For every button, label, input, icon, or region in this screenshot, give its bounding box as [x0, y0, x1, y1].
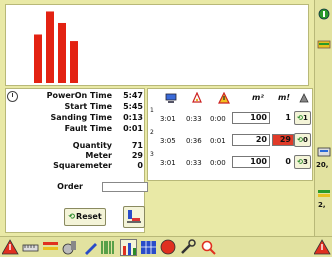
quantity-label: Quantity: [72, 141, 112, 150]
chart-bar: [34, 34, 42, 83]
cell-time-a: 3:01: [160, 115, 176, 123]
clock-icon: [7, 91, 18, 102]
meter-value: 29: [131, 151, 143, 160]
reset-button[interactable]: ⟲Reset: [64, 208, 106, 226]
fault-value: 0:01: [123, 124, 143, 133]
strip-label-2: 2,: [318, 201, 326, 209]
warning-triangle-icon: [218, 92, 230, 104]
reset-label: Reset: [76, 212, 102, 221]
cell-time-a: 3:01: [160, 159, 176, 167]
squaremeter-row: Squaremeter 0: [6, 161, 146, 171]
m-field-alert: 29: [272, 134, 294, 146]
squaremeter-value: 0: [137, 161, 143, 170]
poweron-row: PowerOn Time 5:47: [6, 91, 146, 102]
row-refresh-count: 0: [303, 136, 308, 144]
chart-bar: [46, 11, 54, 83]
fault-label: Fault Time: [64, 124, 112, 133]
belt-icon[interactable]: [42, 239, 59, 256]
status-green-icon[interactable]: [318, 8, 330, 20]
m2-field[interactable]: 100: [232, 156, 270, 168]
squaremeter-label: Squaremeter: [53, 161, 112, 170]
chart-canvas: [34, 11, 78, 84]
bottom-toolbar: [0, 236, 332, 257]
cell-time-a: 3:05: [160, 137, 176, 145]
pen-icon[interactable]: [82, 239, 99, 256]
warning-tool-icon[interactable]: [2, 239, 19, 256]
grid-tool-icon[interactable]: [140, 239, 157, 256]
quantity-row: Quantity 71: [6, 141, 146, 151]
paint-icon[interactable]: [62, 239, 79, 256]
start-row: Start Time 5:45: [6, 102, 146, 112]
sander-icon: [299, 93, 309, 103]
folder-icon[interactable]: [317, 38, 331, 50]
poweron-value: 5:47: [123, 91, 143, 100]
info-panel: PowerOn Time 5:47 Start Time 5:45 Sandin…: [5, 88, 148, 233]
quantity-value: 71: [131, 141, 143, 150]
cell-time-c: 0:00: [210, 115, 226, 123]
row-refresh-button[interactable]: ⟲3: [294, 155, 311, 169]
row-refresh-button[interactable]: ⟲0: [294, 133, 311, 147]
search-icon[interactable]: [200, 239, 217, 256]
sanding-value: 0:13: [123, 113, 143, 122]
cell-time-b: 0:33: [186, 159, 202, 167]
m2-field[interactable]: 100: [232, 112, 270, 124]
row-refresh-count: 1: [303, 114, 308, 122]
fault-row: Fault Time 0:01: [6, 124, 146, 134]
strip-label-1: 20,: [316, 161, 329, 169]
wrench-icon[interactable]: [180, 239, 197, 256]
chart-bar: [58, 22, 66, 84]
cell-time-b: 0:36: [186, 137, 202, 145]
poweron-label: PowerOn Time: [46, 91, 112, 100]
header-m2: m²: [252, 93, 264, 102]
alert-icon[interactable]: [314, 239, 331, 256]
order-row: Order: [6, 182, 101, 192]
right-side-strip: 20, 2,: [314, 0, 332, 237]
chart-bar: [70, 41, 78, 83]
start-label: Start Time: [64, 102, 113, 111]
table-row: 1 3:01 0:33 0:00 100 1 ⟲1: [148, 107, 314, 129]
machine-icon[interactable]: [317, 146, 331, 158]
m-field: 0: [272, 156, 294, 168]
header-m: m!: [278, 93, 290, 102]
meter-row: Meter 29: [6, 151, 146, 161]
computer-icon: [165, 93, 177, 103]
ruler-icon[interactable]: [22, 239, 39, 256]
start-value: 5:45: [123, 102, 143, 111]
cell-time-b: 0:33: [186, 115, 202, 123]
row-number: 3: [150, 151, 154, 158]
row-number: 2: [150, 129, 154, 136]
sanding-label: Sanding Time: [50, 113, 113, 122]
table-row: 2 3:05 0:36 0:01 20 29 ⟲0: [148, 129, 314, 151]
cell-time-c: 0:01: [210, 137, 226, 145]
warning-bell-icon: [192, 92, 202, 103]
meter-label: Meter: [85, 151, 112, 160]
sanding-row: Sanding Time 0:13: [6, 113, 146, 123]
production-chart: [5, 4, 309, 86]
m2-field[interactable]: 20: [232, 134, 270, 146]
table-row: 3 3:01 0:33 0:00 100 0 ⟲3: [148, 151, 314, 173]
cell-time-c: 0:00: [210, 159, 226, 167]
order-label: Order: [57, 182, 83, 191]
row-number: 1: [150, 107, 154, 114]
reset-icon: ⟲: [68, 212, 76, 221]
row-refresh-button[interactable]: ⟲1: [294, 111, 311, 125]
tool-icon: [127, 210, 141, 223]
batch-table: m² m! 1 3:01 0:33 0:00 100 1 ⟲1 2 3:05 0…: [147, 88, 313, 181]
stack-icon[interactable]: [317, 187, 331, 199]
stop-icon[interactable]: [160, 239, 177, 256]
chart-tool-icon[interactable]: [120, 239, 137, 256]
order-input[interactable]: [102, 182, 148, 192]
row-refresh-count: 3: [303, 158, 308, 166]
tool-button[interactable]: [123, 206, 145, 228]
m-field: 1: [272, 112, 294, 124]
barcode-icon[interactable]: [100, 239, 117, 256]
